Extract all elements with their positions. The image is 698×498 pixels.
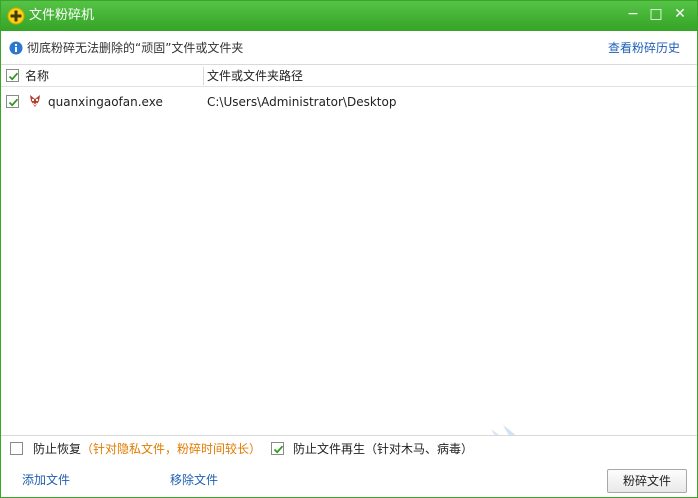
prevent-recovery-label[interactable]: 防止恢复（针对隐私文件，粉碎时间较长）	[33, 442, 261, 456]
info-bar: 彻底粉碎无法删除的“顽固”文件或文件夹 查看粉碎历史	[1, 31, 697, 65]
info-message: 彻底粉碎无法删除的“顽固”文件或文件夹	[27, 41, 244, 55]
file-name: quanxingaofan.exe	[48, 95, 163, 109]
select-all-checkbox[interactable]	[6, 69, 19, 82]
file-shredder-window: 文件粉碎机 − □ ✕ 彻底粉碎无法删除的“顽固”文件或文件夹 查看粉碎历史 名…	[0, 0, 698, 498]
column-divider[interactable]	[203, 67, 204, 85]
prevent-regeneration-label[interactable]: 防止文件再生（针对木马、病毒）	[293, 442, 473, 456]
table-row[interactable]: quanxingaofan.exe C:\Users\Administrator…	[1, 91, 697, 113]
bottom-bar: 添加文件 移除文件 粉碎文件	[1, 461, 697, 497]
shred-options: 防止恢复（针对隐私文件，粉碎时间较长） 防止文件再生（针对木马、病毒）	[1, 435, 697, 461]
column-header-name[interactable]: 名称	[25, 69, 49, 83]
minimize-button[interactable]: −	[621, 4, 645, 24]
row-checkbox[interactable]	[6, 95, 19, 108]
close-button[interactable]: ✕	[668, 4, 692, 24]
info-icon	[9, 41, 23, 55]
prevent-recovery-text: 防止恢复	[33, 442, 82, 456]
add-file-link[interactable]: 添加文件	[22, 473, 70, 487]
title-bar[interactable]: 文件粉碎机 − □ ✕	[1, 1, 697, 31]
file-path: C:\Users\Administrator\Desktop	[207, 95, 397, 109]
remove-file-link[interactable]: 移除文件	[170, 473, 218, 487]
window-title: 文件粉碎机	[29, 8, 95, 23]
view-history-link[interactable]: 查看粉碎历史	[608, 41, 680, 55]
prevent-regeneration-text: 防止文件再生	[293, 442, 366, 456]
prevent-recovery-note: （针对隐私文件，粉碎时间较长）	[81, 442, 262, 456]
prevent-regeneration-checkbox[interactable]	[271, 442, 284, 455]
shred-file-button[interactable]: 粉碎文件	[607, 469, 687, 493]
prevent-regeneration-note: （针对木马、病毒）	[365, 442, 474, 456]
file-table-header: 名称 文件或文件夹路径	[1, 65, 697, 87]
column-header-path[interactable]: 文件或文件夹路径	[207, 69, 303, 83]
maximize-button[interactable]: □	[644, 4, 668, 24]
exe-file-icon	[27, 93, 43, 109]
prevent-recovery-checkbox[interactable]	[10, 442, 23, 455]
app-plus-icon	[7, 7, 25, 25]
